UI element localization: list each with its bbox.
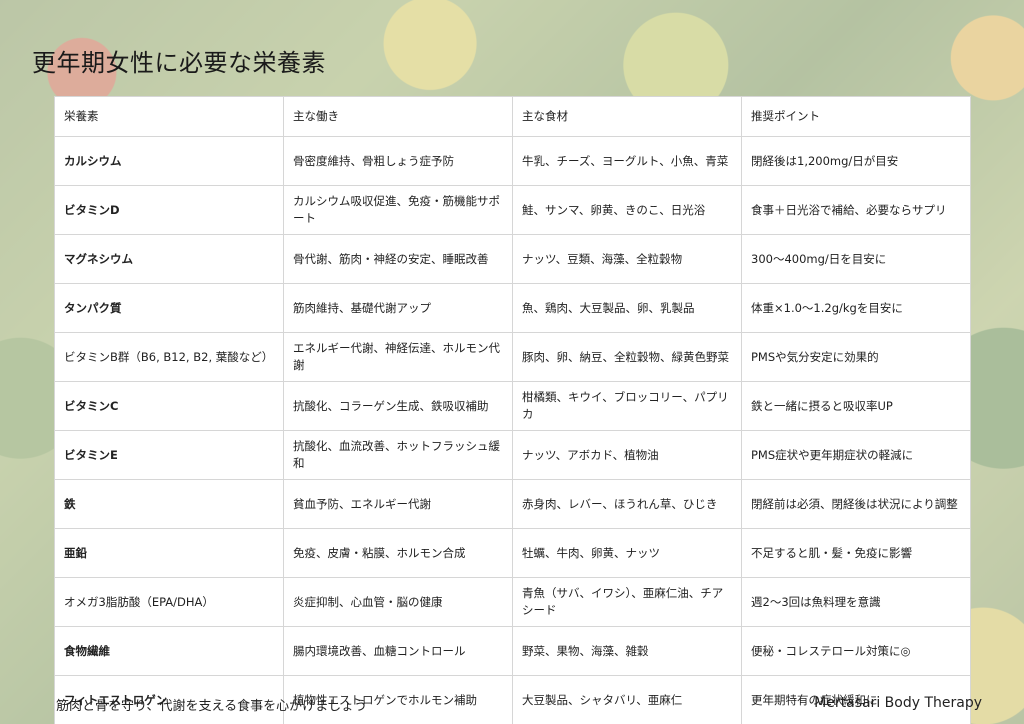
header-nutrient: 栄養素: [54, 96, 284, 137]
table-row: 食物繊維 腸内環境改善、血糖コントロール 野菜、果物、海藻、雑穀 便秘・コレステロール…: [54, 626, 971, 676]
foods-cell: 牛乳、チーズ、ヨーグルト、小魚、青菜: [512, 136, 742, 186]
foods-cell: 野菜、果物、海藻、雑穀: [512, 626, 742, 676]
function-cell: カルシウム吸収促進、免疫・筋機能サポート: [283, 185, 513, 235]
foods-cell: 牡蠣、牛肉、卵黄、ナッツ: [512, 528, 742, 578]
foods-cell: 鮭、サンマ、卵黄、きのこ、日光浴: [512, 185, 742, 235]
function-cell: 抗酸化、コラーゲン生成、鉄吸収補助: [283, 381, 513, 431]
table-row: ビタミンD カルシウム吸収促進、免疫・筋機能サポート 鮭、サンマ、卵黄、きのこ、日光…: [54, 185, 971, 235]
nutrient-cell: カルシウム: [54, 136, 284, 186]
nutrient-cell: ビタミンD: [54, 185, 284, 235]
function-cell: 免疫、皮膚・粘膜、ホルモン合成: [283, 528, 513, 578]
table-row: タンパク質 筋肉維持、基礎代謝アップ 魚、鶏肉、大豆製品、卵、乳製品 体重×1.0〜1…: [54, 283, 971, 333]
table-body: カルシウム 骨密度維持、骨粗しょう症予防 牛乳、チーズ、ヨーグルト、小魚、青菜 閉経後…: [54, 136, 971, 724]
table-row: 亜鉛 免疫、皮膚・粘膜、ホルモン合成 牡蠣、牛肉、卵黄、ナッツ 不足すると肌・髪・免疫…: [54, 528, 971, 578]
function-cell: 骨密度維持、骨粗しょう症予防: [283, 136, 513, 186]
point-cell: 不足すると肌・髪・免疫に影響: [741, 528, 971, 578]
point-cell: 体重×1.0〜1.2g/kgを目安に: [741, 283, 971, 333]
nutrient-table: 栄養素 主な働き 主な食材 推奨ポイント カルシウム 骨密度維持、骨粗しょう症予防…: [54, 96, 971, 724]
footer-brand: Mertasari Body Therapy: [814, 695, 982, 711]
page: 更年期女性に必要な栄養素 栄養素 主な働き 主な食材 推奨ポイント カルシウム骨…: [0, 0, 1024, 724]
nutrient-cell: マグネシウム: [54, 234, 284, 284]
point-cell: 閉経前は必須、閉経後は状況により調整: [741, 479, 971, 529]
table-row: マグネシウム 骨代謝、筋肉・神経の安定、睡眠改善 ナッツ、豆類、海藻、全粒穀物 300…: [54, 234, 971, 284]
foods-cell: 大豆製品、シャタバリ、亜麻仁: [512, 675, 742, 724]
footer-message: 筋肉と骨を守り、代謝を支える食事を心がけましょう: [56, 699, 368, 714]
function-cell: 骨代謝、筋肉・神経の安定、睡眠改善: [283, 234, 513, 284]
foods-cell: ナッツ、豆類、海藻、全粒穀物: [512, 234, 742, 284]
header-point: 推奨ポイント: [741, 96, 971, 137]
table-row: オメガ3脂肪酸（EPA/DHA） 炎症抑制、心血管・脳の健康 青魚（サバ、イワシ）、…: [54, 577, 971, 627]
foods-cell: 赤身肉、レバー、ほうれん草、ひじき: [512, 479, 742, 529]
nutrient-cell: 亜鉛: [54, 528, 284, 578]
point-cell: PMS症状や更年期症状の軽減に: [741, 430, 971, 480]
foods-cell: 青魚（サバ、イワシ）、亜麻仁油、チアシード: [512, 577, 742, 627]
foods-cell: 柑橘類、キウイ、ブロッコリー、パプリカ: [512, 381, 742, 431]
nutrient-cell: 鉄: [54, 479, 284, 529]
foods-cell: 豚肉、卵、納豆、全粒穀物、緑黄色野菜: [512, 332, 742, 382]
function-cell: 筋肉維持、基礎代謝アップ: [283, 283, 513, 333]
point-cell: PMSや気分安定に効果的: [741, 332, 971, 382]
table-row: カルシウム 骨密度維持、骨粗しょう症予防 牛乳、チーズ、ヨーグルト、小魚、青菜 閉経後…: [54, 136, 971, 186]
point-cell: 鉄と一緒に摂ると吸収率UP: [741, 381, 971, 431]
nutrient-cell: ビタミンC: [54, 381, 284, 431]
foods-cell: 魚、鶏肉、大豆製品、卵、乳製品: [512, 283, 742, 333]
table-row: ビタミンB群（B6, B12, B2, 葉酸など） エネルギー代謝、神経伝達、ホル…: [54, 332, 971, 382]
function-cell: 貧血予防、エネルギー代謝: [283, 479, 513, 529]
table-header-row: 栄養素 主な働き 主な食材 推奨ポイント: [54, 96, 971, 137]
table-row: ビタミンC 抗酸化、コラーゲン生成、鉄吸収補助 柑橘類、キウイ、ブロッコリー、パプリ…: [54, 381, 971, 431]
function-cell: エネルギー代謝、神経伝達、ホルモン代謝: [283, 332, 513, 382]
page-title: 更年期女性に必要な栄養素: [32, 49, 326, 77]
function-cell: 抗酸化、血流改善、ホットフラッシュ緩和: [283, 430, 513, 480]
header-function: 主な働き: [283, 96, 513, 137]
nutrient-cell: ビタミンB群（B6, B12, B2, 葉酸など）: [54, 332, 284, 382]
function-cell: 腸内環境改善、血糖コントロール: [283, 626, 513, 676]
header-foods: 主な食材: [512, 96, 742, 137]
nutrient-cell: オメガ3脂肪酸（EPA/DHA）: [54, 577, 284, 627]
foods-cell: ナッツ、アボカド、植物油: [512, 430, 742, 480]
point-cell: 便秘・コレステロール対策に◎: [741, 626, 971, 676]
point-cell: 閉経後は1,200mg/日が目安: [741, 136, 971, 186]
table-row: ビタミンE 抗酸化、血流改善、ホットフラッシュ緩和 ナッツ、アボカド、植物油 PMS症…: [54, 430, 971, 480]
nutrient-cell: 食物繊維: [54, 626, 284, 676]
point-cell: 300〜400mg/日を目安に: [741, 234, 971, 284]
point-cell: 食事＋日光浴で補給、必要ならサプリ: [741, 185, 971, 235]
function-cell: 炎症抑制、心血管・脳の健康: [283, 577, 513, 627]
table-row: 鉄貧血予防、エネルギー代謝 赤身肉、レバー、ほうれん草、ひじき 閉経前は必須、閉経後…: [54, 479, 971, 529]
point-cell: 週2〜3回は魚料理を意識: [741, 577, 971, 627]
nutrient-cell: ビタミンE: [54, 430, 284, 480]
nutrient-cell: タンパク質: [54, 283, 284, 333]
